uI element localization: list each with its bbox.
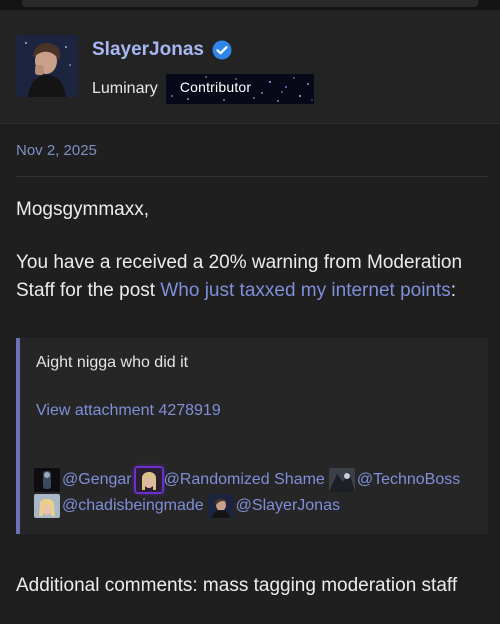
greeting-text: Mogsgymmaxx, bbox=[16, 199, 150, 220]
attachment-link[interactable]: View attachment 4278919 bbox=[36, 402, 221, 420]
quote-block: Aight nigga who did it View attachment 4… bbox=[16, 338, 488, 534]
mention-chadisbeingmade[interactable]: @chadisbeingmade bbox=[34, 494, 204, 518]
quote-text: Aight nigga who did it bbox=[36, 354, 189, 371]
mention-avatar bbox=[135, 468, 162, 492]
contributor-banner: Contributor bbox=[165, 74, 314, 104]
mention-avatar bbox=[328, 468, 355, 492]
mention-avatar bbox=[34, 468, 60, 492]
warning-text: You have a received a 20% warning from M… bbox=[16, 249, 486, 305]
banner-label: Contributor bbox=[179, 79, 252, 95]
mentions-line: @chadisbeingmade @SlayerJonas bbox=[34, 494, 344, 518]
top-strip bbox=[0, 0, 500, 10]
avatar[interactable] bbox=[16, 35, 78, 97]
verified-check-icon bbox=[212, 40, 232, 60]
divider bbox=[16, 176, 488, 177]
mention-gengar[interactable]: @Gengar bbox=[34, 468, 132, 492]
mention-slayerjonas[interactable]: @SlayerJonas bbox=[207, 494, 340, 518]
user-title: Luminary bbox=[92, 80, 158, 97]
mention-avatar bbox=[34, 494, 60, 518]
post-date[interactable]: Nov 2, 2025 bbox=[16, 142, 97, 159]
mention-technoboss[interactable]: @TechnoBoss bbox=[328, 468, 460, 492]
post-header: SlayerJonas Luminary Contributor bbox=[0, 10, 500, 124]
mentions-line: @Gengar @Randomized Shame @TechnoBoss bbox=[34, 468, 464, 492]
username[interactable]: SlayerJonas bbox=[92, 39, 204, 61]
post-link[interactable]: Who just taxxed my internet points bbox=[160, 280, 450, 301]
warning-suffix: : bbox=[450, 280, 457, 301]
mention-randomized-shame[interactable]: @Randomized Shame bbox=[135, 468, 325, 492]
additional-comments: Additional comments: mass tagging modera… bbox=[16, 575, 458, 596]
mention-avatar bbox=[207, 494, 234, 518]
top-strip-bar bbox=[22, 0, 478, 7]
